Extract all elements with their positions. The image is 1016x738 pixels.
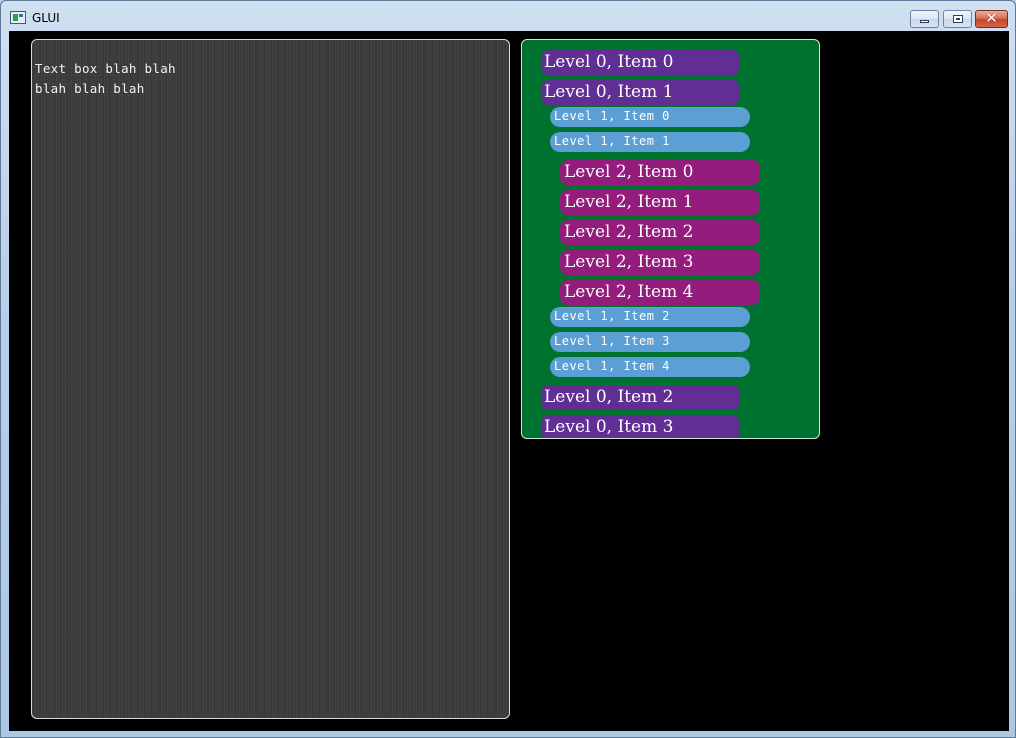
text-box[interactable]: Text box blah blah blah blah blah: [31, 39, 510, 719]
tree-item-level-0[interactable]: Level 0, Item 1: [541, 80, 740, 105]
text-box-line: blah blah blah: [35, 81, 145, 96]
tree-item-level-2[interactable]: Level 2, Item 3: [560, 250, 760, 275]
tree-item-level-2[interactable]: Level 2, Item 0: [560, 160, 760, 185]
tree-item-level-0[interactable]: Level 0, Item 0: [541, 50, 740, 75]
maximize-icon: [953, 15, 963, 23]
tree-item-level-0[interactable]: Level 0, Item 3: [541, 415, 740, 438]
minimize-button[interactable]: [910, 10, 939, 28]
maximize-button[interactable]: [943, 10, 972, 28]
tree-item-level-2[interactable]: Level 2, Item 1: [560, 190, 760, 215]
tree-item-level-2[interactable]: Level 2, Item 4: [560, 280, 760, 305]
minimize-icon: [920, 20, 929, 23]
tree-item-level-0[interactable]: Level 0, Item 2: [541, 385, 740, 410]
text-box-content: Text box blah blah blah blah blah: [35, 59, 215, 99]
close-button[interactable]: ✕: [975, 9, 1008, 28]
app-icon: [10, 11, 26, 24]
title-bar[interactable]: GLUI ✕: [1, 1, 1015, 31]
text-box-line: Text box blah blah: [35, 61, 176, 76]
tree-item-level-1[interactable]: Level 1, Item 2: [550, 307, 750, 327]
tree-item-level-2[interactable]: Level 2, Item 2: [560, 220, 760, 245]
tree-list-panel: Level 0, Item 0 Level 0, Item 1 Level 1, I…: [521, 39, 820, 439]
tree-item-level-1[interactable]: Level 1, Item 4: [550, 357, 750, 377]
app-window: GLUI ✕ Text box blah blah blah blah blah…: [0, 0, 1016, 738]
tree-item-level-1[interactable]: Level 1, Item 0: [550, 107, 750, 127]
tree-item-level-1[interactable]: Level 1, Item 3: [550, 332, 750, 352]
window-title: GLUI: [32, 11, 60, 25]
close-icon: ✕: [985, 9, 998, 27]
tree-item-level-1[interactable]: Level 1, Item 1: [550, 132, 750, 152]
client-area: Text box blah blah blah blah blah Level …: [9, 31, 1009, 731]
